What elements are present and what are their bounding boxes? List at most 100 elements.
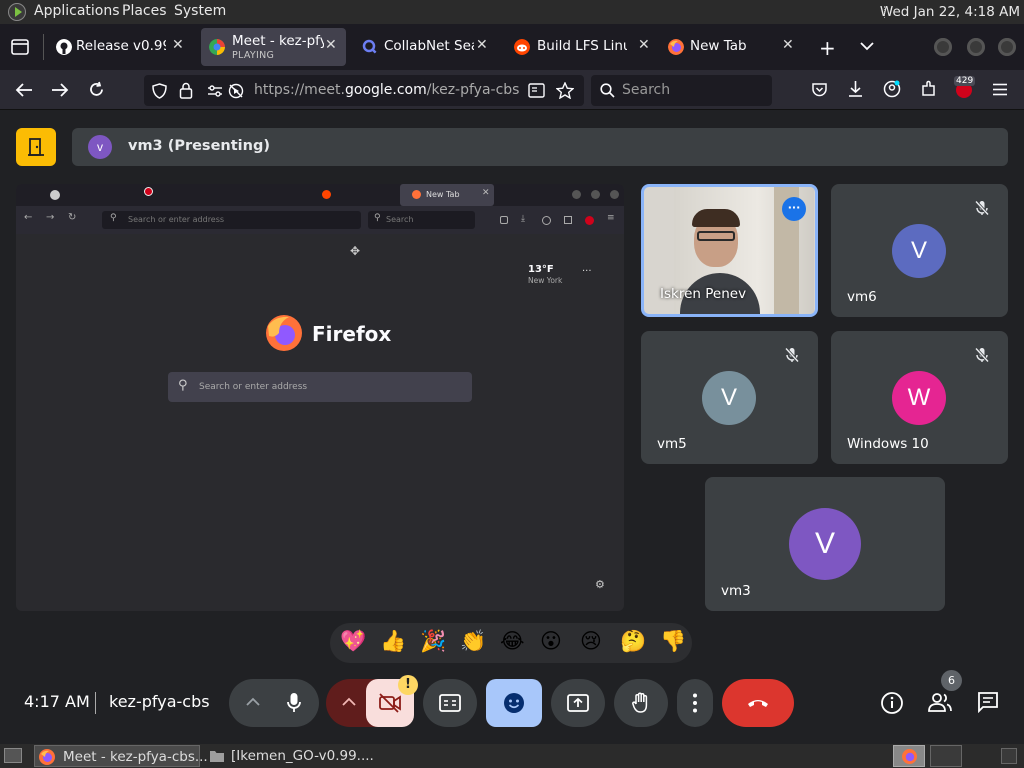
maximize-window-icon[interactable] — [967, 38, 985, 56]
close-tab-icon[interactable]: ✕ — [325, 37, 337, 53]
meeting-info-icon[interactable] — [880, 691, 904, 715]
people-icon[interactable] — [927, 691, 953, 713]
reaction-thumbs-up[interactable]: 👍 — [380, 629, 406, 654]
minimize-window-icon[interactable] — [934, 38, 952, 56]
new-tab-plus-icon[interactable]: + — [819, 36, 836, 60]
leave-call-button[interactable] — [722, 679, 794, 727]
participant-avatar: W — [892, 371, 946, 425]
shared-close-icon — [610, 190, 619, 199]
workspace-switcher[interactable] — [893, 745, 925, 767]
close-tab-icon[interactable]: ✕ — [638, 37, 650, 53]
reaction-laugh[interactable]: 😂 — [500, 629, 525, 653]
reaction-clap[interactable]: 👏 — [460, 629, 486, 654]
autoplay-blocked-icon[interactable] — [228, 83, 244, 99]
participant-tile[interactable]: W Windows 10 — [831, 331, 1008, 464]
tab-lfs[interactable]: Build LFS Linux ✕ — [508, 28, 656, 66]
url-text[interactable]: https://meet.google.com/kez-pfya-cbs — [254, 82, 519, 98]
firefox-view-icon[interactable] — [11, 39, 29, 55]
close-tab-icon[interactable]: ✕ — [476, 37, 488, 53]
raise-hand-icon — [632, 692, 648, 713]
extension-badge: 429 — [954, 76, 976, 86]
reaction-surprised[interactable]: 😮 — [540, 629, 562, 653]
camera-off-icon — [379, 693, 401, 713]
participant-tile[interactable]: V vm5 — [641, 331, 818, 464]
back-arrow-icon[interactable] — [15, 82, 33, 98]
close-tab-icon[interactable]: ✕ — [172, 37, 184, 53]
close-window-icon[interactable] — [998, 38, 1016, 56]
reaction-party[interactable]: 🎉 — [420, 629, 446, 654]
search-icon — [600, 83, 615, 98]
audio-options-chevron-icon[interactable] — [246, 697, 260, 707]
raise-hand-button[interactable] — [614, 679, 668, 727]
places-menu[interactable]: Places — [122, 3, 167, 19]
microphone-button[interactable] — [274, 683, 314, 723]
microphone-icon — [287, 693, 301, 712]
participant-tile[interactable]: V vm6 — [831, 184, 1008, 317]
more-vert-icon — [693, 693, 697, 713]
tab-collabnet[interactable]: CollabNet Sear ✕ — [356, 28, 496, 66]
participant-avatar: V — [789, 508, 861, 580]
show-desktop-icon[interactable] — [4, 748, 22, 763]
collabnet-icon — [362, 39, 378, 55]
shared-forward-icon: → — [46, 212, 55, 223]
trash-icon[interactable] — [1001, 748, 1017, 764]
shared-screen[interactable]: New Tab ✕ ← → ↻ ⚲ Search or enter addres… — [16, 184, 624, 611]
tab-new-tab[interactable]: New Tab ✕ — [662, 28, 802, 66]
address-bar[interactable]: https://meet.google.com/kez-pfya-cbs — [144, 75, 584, 106]
tab-label: CollabNet Sear — [384, 38, 474, 54]
reaction-thinking[interactable]: 🤔 — [620, 629, 646, 654]
gnome-menu-icon[interactable] — [8, 3, 26, 21]
reactions-button[interactable] — [486, 679, 542, 727]
present-screen-button[interactable] — [551, 679, 605, 727]
bookmark-star-icon[interactable] — [556, 82, 574, 99]
tile-more-options-icon[interactable]: ··· — [782, 197, 806, 221]
navigation-toolbar: https://meet.google.com/kez-pfya-cbs Sea… — [0, 70, 1024, 110]
taskbar-item-folder[interactable]: [Ikemen_GO-v0.99.... — [206, 745, 374, 767]
companion-mode-button[interactable] — [16, 128, 56, 166]
applications-menu[interactable]: Applications — [34, 3, 120, 19]
closed-captions-icon — [439, 694, 461, 712]
reaction-thumbs-down[interactable]: 👎 — [660, 629, 686, 654]
search-bar[interactable]: Search — [591, 75, 772, 106]
shared-search-icon: ⚲ — [110, 213, 117, 223]
reaction-sad[interactable]: 😢 — [580, 629, 602, 653]
more-options-button[interactable] — [677, 679, 713, 727]
captions-button[interactable] — [423, 679, 477, 727]
reaction-heart[interactable]: 💖 — [340, 629, 366, 654]
reader-view-icon[interactable] — [528, 83, 545, 98]
permissions-icon[interactable] — [207, 84, 223, 98]
weather-temperature: 13°F — [528, 264, 554, 275]
meet-icon — [209, 39, 225, 55]
shared-back-icon: ← — [24, 212, 33, 223]
downloads-icon[interactable] — [847, 80, 864, 98]
pocket-icon[interactable] — [811, 81, 828, 98]
forward-arrow-icon[interactable] — [51, 82, 69, 98]
participant-count-badge: 6 — [941, 670, 962, 691]
participant-tile-self[interactable]: V vm3 — [705, 477, 945, 611]
participant-tile-video[interactable]: ··· Iskren Penev — [641, 184, 818, 317]
reload-icon[interactable] — [88, 81, 105, 98]
workspace-2[interactable] — [930, 745, 962, 767]
list-all-tabs-chevron-icon[interactable] — [860, 41, 874, 51]
tab-label: Meet - kez-pfya — [232, 33, 324, 49]
tab-release[interactable]: Release v0.99.0 ✕ — [50, 28, 195, 66]
tab-label: New Tab — [690, 38, 747, 54]
video-options-chevron-icon[interactable] — [342, 697, 356, 707]
hamburger-menu-icon[interactable] — [992, 83, 1008, 96]
lock-icon[interactable] — [179, 82, 193, 99]
shared-download-icon: ⤓ — [521, 214, 525, 224]
tracking-shield-icon[interactable] — [152, 83, 167, 99]
taskbar-item-meet[interactable]: Meet - kez-pfya-cbs... — [34, 745, 208, 767]
account-icon[interactable] — [883, 80, 901, 98]
mic-off-icon — [784, 347, 800, 363]
shared-puzzle-icon — [564, 216, 572, 224]
tab-meet[interactable]: Meet - kez-pfya PLAYING ✕ — [201, 28, 346, 66]
shared-tab-label: New Tab — [426, 190, 460, 199]
chat-icon[interactable] — [977, 691, 999, 713]
taskbar-item-label: Meet - kez-pfya-cbs... — [63, 749, 208, 765]
system-menu[interactable]: System — [174, 3, 226, 19]
extensions-puzzle-icon[interactable] — [920, 80, 937, 98]
panel-clock[interactable]: Wed Jan 22, 4:18 AM — [880, 4, 1020, 20]
participant-name: vm3 — [721, 583, 751, 599]
close-tab-icon[interactable]: ✕ — [782, 37, 794, 53]
